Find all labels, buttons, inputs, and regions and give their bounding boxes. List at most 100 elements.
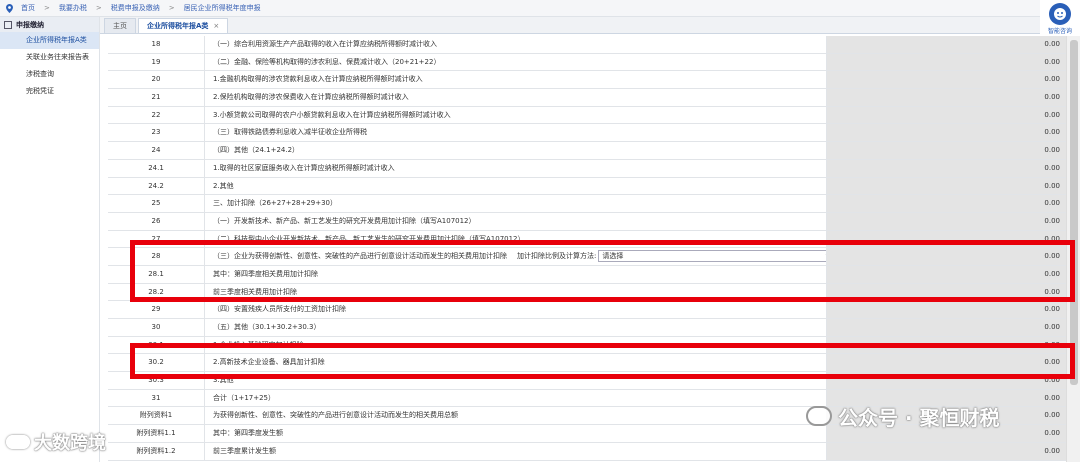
row-description: 2.保险机构取得的涉农保费收入在计算应纳税所得额时减计收入 bbox=[205, 89, 827, 106]
row-number: 19 bbox=[108, 53, 205, 71]
sidebar-item-related-party-report[interactable]: 关联业务往来报告表 bbox=[0, 49, 99, 66]
row-number: 30 bbox=[108, 319, 205, 336]
row-amount: 0.00 bbox=[827, 159, 1066, 177]
row-number: 附列资料1 bbox=[108, 407, 205, 425]
row-description-text: 三、加计扣除（26+27+28+29+30） bbox=[213, 199, 337, 208]
row-number: 22 bbox=[108, 106, 205, 124]
tab-annual-return-a[interactable]: 企业所得税年报A类 × bbox=[138, 18, 229, 33]
tab-bar: 主页 企业所得税年报A类 × bbox=[100, 17, 1040, 34]
watermark-wechat: 公众号 · 聚恒财税 bbox=[806, 402, 1066, 430]
row-description: 前三季度累计发生额 bbox=[205, 442, 827, 460]
assistant-avatar-icon bbox=[1049, 3, 1071, 25]
row-description-text: （五）其他（30.1+30.2+30.3） bbox=[213, 323, 321, 331]
row-description: 为获得创新性、创意性、突破性的产品进行创意设计活动而发生的相关费用总额 bbox=[205, 407, 827, 425]
row-description-text: 1.取得的社区家庭服务收入在计算应纳税所得额时减计收入 bbox=[213, 163, 395, 172]
smart-consult-button[interactable]: 智能咨询 bbox=[1040, 0, 1080, 36]
row-description-text: 前三季度累计发生额 bbox=[213, 446, 276, 455]
row-number: 23 bbox=[108, 124, 205, 142]
row-number: 附列资料1.1 bbox=[108, 425, 205, 442]
row-description: 2.其他 bbox=[205, 177, 827, 195]
table-row: 29 （四）安置残疾人员所支付的工资加计扣除 0.00 bbox=[108, 301, 1066, 319]
sidebar-item-tax-query[interactable]: 涉税查询 bbox=[0, 66, 99, 83]
row-description: 合计（1+17+25） bbox=[205, 389, 827, 407]
tab-annual-return-a-label: 企业所得税年报A类 bbox=[147, 22, 209, 30]
row-description-text: 为获得创新性、创意性、突破性的产品进行创意设计活动而发生的相关费用总额 bbox=[213, 411, 458, 420]
row-description-text: （三）取得铁路债券利息收入减半征收企业所得税 bbox=[213, 128, 367, 137]
sidebar: 申报缴纳 企业所得税年报A类 关联业务往来报告表 涉税查询 完税凭证 bbox=[0, 17, 100, 462]
table-row: 24.1 1.取得的社区家庭服务收入在计算应纳税所得额时减计收入 0.00 bbox=[108, 159, 1066, 178]
table-row: 23 （三）取得铁路债券利息收入减半征收企业所得税 0.00 bbox=[108, 124, 1066, 143]
row-amount: 0.00 bbox=[827, 177, 1066, 195]
brand-logo-icon bbox=[6, 435, 30, 449]
table-row: 附列资料1.2 前三季度累计发生额 0.00 bbox=[108, 442, 1066, 461]
table-row: 26 （一）开发新技术、新产品、新工艺发生的研究开发费用加计扣除（填写A10701… bbox=[108, 212, 1066, 231]
row-description: （四）安置残疾人员所支付的工资加计扣除 bbox=[205, 301, 827, 318]
row-amount: 0.00 bbox=[827, 442, 1066, 460]
breadcrumb-home[interactable]: 首页 bbox=[21, 3, 35, 13]
row-description: （三）取得铁路债券利息收入减半征收企业所得税 bbox=[205, 124, 827, 142]
row-description: （二）金融、保险等机构取得的涉农利息、保费减计收入（20+21+22） bbox=[205, 53, 827, 71]
row-description-text: 1.金融机构取得的涉农贷款利息收入在计算应纳税所得额时减计收入 bbox=[213, 75, 423, 84]
row-number: 24 bbox=[108, 142, 205, 159]
row-number: 附列资料1.2 bbox=[108, 442, 205, 460]
breadcrumb-separator: > bbox=[168, 4, 175, 12]
row-description-text: 其中：第四季度发生额 bbox=[213, 429, 283, 438]
row-description: 3.小额贷款公司取得的农户小额贷款利息收入在计算应纳税所得额时减计收入 bbox=[205, 106, 827, 124]
row-amount: 0.00 bbox=[827, 124, 1066, 142]
breadcrumb-separator: > bbox=[44, 4, 50, 12]
row-number: 21 bbox=[108, 89, 205, 106]
close-icon[interactable]: × bbox=[213, 22, 219, 30]
sidebar-item-tax-certificate[interactable]: 完税凭证 bbox=[0, 83, 99, 100]
table-row: 30 （五）其他（30.1+30.2+30.3） 0.00 bbox=[108, 319, 1066, 337]
row-amount: 0.00 bbox=[827, 36, 1066, 53]
row-number: 24.1 bbox=[108, 159, 205, 177]
row-number: 25 bbox=[108, 195, 205, 212]
table-row: 20 1.金融机构取得的涉农贷款利息收入在计算应纳税所得额时减计收入 0.00 bbox=[108, 71, 1066, 90]
row-description: 三、加计扣除（26+27+28+29+30） bbox=[205, 195, 827, 212]
row-description: 1.取得的社区家庭服务收入在计算应纳税所得额时减计收入 bbox=[205, 159, 827, 177]
row-amount: 0.00 bbox=[827, 212, 1066, 230]
row-description: 其中：第四季度发生额 bbox=[205, 425, 827, 442]
row-amount: 0.00 bbox=[827, 89, 1066, 106]
sidebar-item-annual-return-a[interactable]: 企业所得税年报A类 bbox=[0, 32, 99, 49]
watermark-wechat-text: 公众号 · 聚恒财税 bbox=[838, 405, 1000, 430]
row-number: 29 bbox=[108, 301, 205, 318]
row-amount: 0.00 bbox=[827, 301, 1066, 318]
breadcrumb-tax-service[interactable]: 我要办税 bbox=[59, 3, 87, 13]
row-description-text: （一）综合利用资源生产产品取得的收入在计算应纳税所得额时减计收入 bbox=[213, 40, 437, 48]
table-row: 24.2 2.其他 0.00 bbox=[108, 177, 1066, 196]
table-row: 18 （一）综合利用资源生产产品取得的收入在计算应纳税所得额时减计收入 0.00 bbox=[108, 36, 1066, 54]
row-description-text: 合计（1+17+25） bbox=[213, 393, 275, 402]
row-description: （四）其他（24.1+24.2） bbox=[205, 142, 827, 159]
wechat-icon bbox=[806, 406, 832, 426]
row-amount: 0.00 bbox=[827, 319, 1066, 336]
row-amount: 0.00 bbox=[827, 71, 1066, 89]
row-amount: 0.00 bbox=[827, 53, 1066, 71]
row-amount: 0.00 bbox=[827, 142, 1066, 159]
row-description-text: 2.其他 bbox=[213, 181, 234, 190]
highlight-box-rows-28 bbox=[130, 240, 1075, 302]
row-number: 20 bbox=[108, 71, 205, 89]
row-description-text: 2.保险机构取得的涉农保费收入在计算应纳税所得额时减计收入 bbox=[213, 93, 409, 102]
breadcrumb-separator: > bbox=[95, 4, 102, 12]
scrollbar-thumb[interactable] bbox=[1070, 40, 1078, 385]
breadcrumb-filing[interactable]: 税费申报及缴纳 bbox=[111, 3, 160, 13]
row-number: 26 bbox=[108, 212, 205, 230]
table-row: 21 2.保险机构取得的涉农保费收入在计算应纳税所得额时减计收入 0.00 bbox=[108, 89, 1066, 107]
row-description-text: 3.小额贷款公司取得的农户小额贷款利息收入在计算应纳税所得额时减计收入 bbox=[213, 110, 451, 119]
breadcrumb-current: 居民企业所得税年度申报 bbox=[183, 4, 261, 12]
row-description: （五）其他（30.1+30.2+30.3） bbox=[205, 319, 827, 336]
menu-icon bbox=[4, 20, 12, 29]
tab-home[interactable]: 主页 bbox=[104, 18, 136, 33]
table-row: 24 （四）其他（24.1+24.2） 0.00 bbox=[108, 142, 1066, 160]
row-description-text: （四）其他（24.1+24.2） bbox=[213, 146, 300, 155]
row-number: 31 bbox=[108, 389, 205, 407]
smart-consult-label: 智能咨询 bbox=[1047, 28, 1072, 35]
sidebar-header[interactable]: 申报缴纳 bbox=[0, 17, 99, 32]
table-row: 19 （二）金融、保险等机构取得的涉农利息、保费减计收入（20+21+22） 0.0… bbox=[108, 53, 1066, 72]
row-number: 18 bbox=[108, 36, 205, 53]
row-description-text: （二）金融、保险等机构取得的涉农利息、保费减计收入（20+21+22） bbox=[213, 57, 441, 66]
tab-home-label: 主页 bbox=[113, 22, 127, 30]
watermark-brand: 大数跨境 bbox=[6, 428, 106, 456]
row-amount: 0.00 bbox=[827, 195, 1066, 212]
